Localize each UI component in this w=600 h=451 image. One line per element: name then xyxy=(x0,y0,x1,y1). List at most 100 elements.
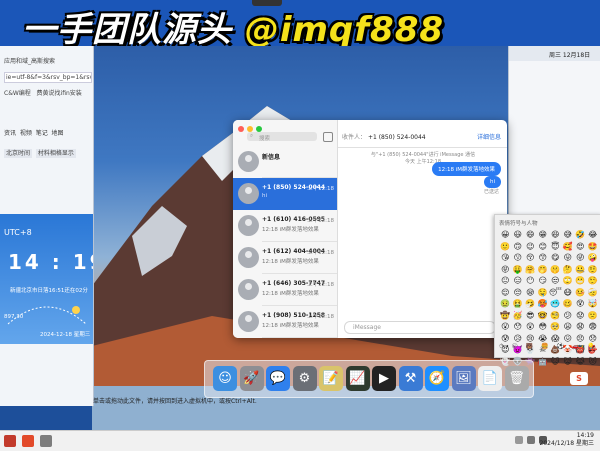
recipient-field[interactable]: 收件人： +1 (850) 524-0044 xyxy=(342,132,426,141)
taskbar-clock[interactable]: 14:19 2024/12/18 星期三 xyxy=(540,432,595,448)
emoji-key[interactable]: 🧐 xyxy=(549,310,562,322)
tray-icon[interactable] xyxy=(515,436,523,444)
emoji-key[interactable]: 🙄 xyxy=(562,275,575,287)
emoji-key[interactable]: 😷 xyxy=(562,287,575,299)
conversation-item[interactable]: +1 (612) 404-4004 上午12:18 12:18 iM群发落地效果 xyxy=(233,242,337,274)
emoji-key[interactable]: 🥵 xyxy=(537,298,550,310)
emoji-key[interactable]: 🤮 xyxy=(512,298,525,310)
emoji-key[interactable]: 🤢 xyxy=(499,298,512,310)
nav-tab[interactable]: 资讯 xyxy=(4,130,16,137)
emoji-key[interactable]: 😧 xyxy=(574,321,587,333)
emoji-key[interactable]: 🤤 xyxy=(537,287,550,299)
emoji-key[interactable]: 🤐 xyxy=(574,264,587,276)
nav-tab[interactable]: 地图 xyxy=(52,130,64,137)
emoji-key[interactable]: 😴 xyxy=(549,287,562,299)
xcode-icon[interactable]: ⚒ xyxy=(398,366,423,391)
emoji-key[interactable]: 😟 xyxy=(574,310,587,322)
record-icon[interactable] xyxy=(22,435,34,447)
emoji-key[interactable]: 😗 xyxy=(512,252,525,264)
conversation-item[interactable]: +1 (646) 305-7747 上午12:18 12:18 iM群发落地效果 xyxy=(233,274,337,306)
launchpad-icon[interactable]: 🚀 xyxy=(239,366,264,391)
emoji-key[interactable]: 🤒 xyxy=(574,287,587,299)
emoji-key[interactable]: 😆 xyxy=(549,229,562,241)
emoji-key[interactable]: 🤧 xyxy=(524,298,537,310)
close-window-button[interactable] xyxy=(238,126,244,132)
emoji-key[interactable]: 😂 xyxy=(587,229,600,241)
activity-monitor-icon[interactable]: 📈 xyxy=(345,366,370,391)
emoji-key[interactable]: 😃 xyxy=(512,229,525,241)
emoji-key[interactable]: 😸 xyxy=(562,356,575,368)
nav-tab[interactable]: 视频 xyxy=(20,130,32,137)
sogou-ime-icon[interactable]: S xyxy=(570,372,588,385)
emoji-key[interactable]: 😇 xyxy=(549,241,562,253)
conversation-item[interactable]: +1 (610) 416-0595 上午12:18 12:18 iM群发落地效果 xyxy=(233,210,337,242)
emoji-key[interactable]: 😊 xyxy=(537,241,550,253)
emoji-key[interactable]: 😙 xyxy=(537,252,550,264)
browser-tab-title[interactable]: 应用和域_高斯搜索 xyxy=(4,56,55,65)
emoji-key[interactable]: 😻 xyxy=(587,356,600,368)
emoji-key[interactable]: 🤩 xyxy=(587,241,600,253)
emoji-key[interactable]: 😦 xyxy=(562,321,575,333)
emoji-key[interactable]: 😹 xyxy=(574,356,587,368)
emoji-key[interactable]: 😑 xyxy=(512,275,525,287)
emoji-key[interactable]: 🤓 xyxy=(537,310,550,322)
chip[interactable]: 北京时间 xyxy=(4,149,33,158)
emoji-key[interactable]: 🥳 xyxy=(512,310,525,322)
emoji-key[interactable]: 😲 xyxy=(524,321,537,333)
emoji-key[interactable]: 😝 xyxy=(499,264,512,276)
app-icon[interactable] xyxy=(4,435,16,447)
emoji-key[interactable]: 😒 xyxy=(549,275,562,287)
conversation-item[interactable]: 新信息 xyxy=(233,146,337,178)
conversation-search-input[interactable]: ⌕ 搜索 xyxy=(247,132,317,142)
emoji-key[interactable]: 😎 xyxy=(524,310,537,322)
preview-icon[interactable]: 🖼 xyxy=(451,366,476,391)
imessage-input[interactable]: iMessage xyxy=(344,321,496,334)
sent-message-bubble[interactable]: hi xyxy=(483,176,501,188)
emoji-key[interactable]: 😄 xyxy=(524,229,537,241)
emoji-key[interactable]: 😁 xyxy=(537,229,550,241)
emoji-key[interactable]: 🙃 xyxy=(512,241,525,253)
emoji-key[interactable]: 😬 xyxy=(574,275,587,287)
emoji-key[interactable]: 🤣 xyxy=(574,229,587,241)
emoji-key[interactable]: 😅 xyxy=(562,229,575,241)
emoji-key[interactable]: 🥶 xyxy=(549,298,562,310)
conversation-item[interactable]: +1 (850) 524-0044 上午12:18 hi xyxy=(233,178,337,210)
emoji-key[interactable]: 🤥 xyxy=(587,275,600,287)
terminal-icon[interactable]: ▶ xyxy=(372,366,396,391)
emoji-key[interactable]: 🙁 xyxy=(587,310,600,322)
bookmark-item[interactable]: C&W编程 xyxy=(4,90,31,97)
finder-icon[interactable]: ☺ xyxy=(213,366,237,391)
emoji-key[interactable]: 🤕 xyxy=(587,287,600,299)
emoji-key[interactable]: 🤯 xyxy=(587,298,600,310)
emoji-key[interactable]: 🤭 xyxy=(537,264,550,276)
emoji-key[interactable]: 😚 xyxy=(524,252,537,264)
emoji-key[interactable]: 😯 xyxy=(512,321,525,333)
emoji-key[interactable]: 🤪 xyxy=(587,252,600,264)
emoji-key[interactable]: 🤗 xyxy=(524,264,537,276)
emoji-key[interactable]: 😋 xyxy=(549,252,562,264)
emoji-key[interactable]: 😘 xyxy=(499,252,512,264)
emoji-key[interactable]: 😜 xyxy=(574,252,587,264)
emoji-key[interactable]: 😕 xyxy=(562,310,575,322)
system-preferences-icon[interactable]: ⚙ xyxy=(292,366,317,391)
safari-icon[interactable]: 🧭 xyxy=(425,366,449,391)
emoji-key[interactable]: 😔 xyxy=(512,287,525,299)
emoji-key[interactable]: 😵 xyxy=(574,298,587,310)
chip[interactable]: 村料相格显示 xyxy=(35,149,76,158)
emoji-key[interactable]: 😀 xyxy=(499,229,512,241)
emoji-key[interactable]: 🥰 xyxy=(562,241,575,253)
emoji-key[interactable]: 😶 xyxy=(524,275,537,287)
emoji-key[interactable]: 🤠 xyxy=(499,310,512,322)
emoji-key[interactable]: 😐 xyxy=(499,275,512,287)
compose-icon[interactable] xyxy=(323,132,333,142)
emoji-key[interactable]: 🤫 xyxy=(549,264,562,276)
details-button[interactable]: 详细信息 xyxy=(477,132,501,141)
messages-icon[interactable]: 💬 xyxy=(266,366,290,391)
emoji-key[interactable]: 😌 xyxy=(499,287,512,299)
emoji-key[interactable]: 🤑 xyxy=(512,264,525,276)
emoji-key[interactable]: 😨 xyxy=(587,321,600,333)
sent-message-bubble[interactable]: 12:18 iM群发落地效果 xyxy=(432,162,501,176)
remote-toolbar-handle[interactable] xyxy=(252,0,282,6)
emoji-key[interactable]: 😉 xyxy=(524,241,537,253)
bookmark-item[interactable]: 费黄说找ifin安装 xyxy=(37,90,82,97)
